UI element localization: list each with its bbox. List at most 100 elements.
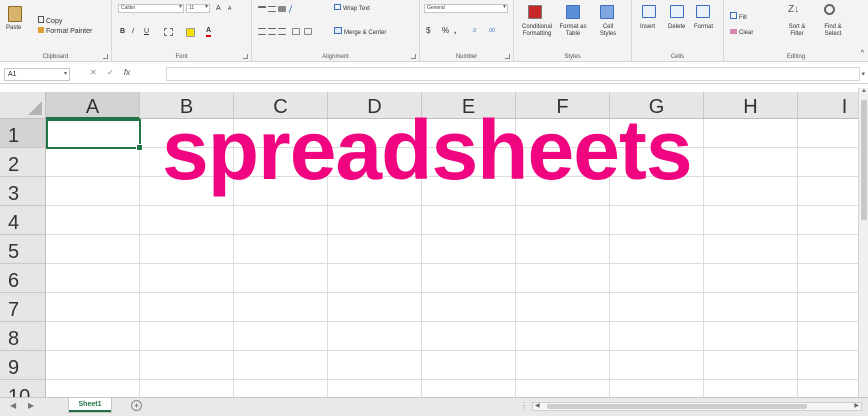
bold-button[interactable]: B xyxy=(120,27,125,36)
number-format-select[interactable]: General xyxy=(424,4,508,13)
row-header-8[interactable]: 8 xyxy=(0,322,46,351)
column-header-i[interactable]: I xyxy=(798,92,858,119)
fill-color-icon[interactable] xyxy=(186,28,195,37)
scroll-up-icon[interactable]: ▲ xyxy=(861,88,867,94)
format-painter-button[interactable]: Format Painter xyxy=(38,27,92,36)
percent-button[interactable]: % xyxy=(442,26,449,35)
prev-sheet-icon[interactable]: ◀ xyxy=(10,401,16,410)
clipboard-group: Paste Copy Format Painter Clipboard xyxy=(0,0,112,62)
find-select-button[interactable]: Find & Select xyxy=(816,24,850,38)
number-launcher-icon[interactable] xyxy=(505,54,510,59)
align-top-icon[interactable] xyxy=(258,6,266,12)
row-header-2[interactable]: 2 xyxy=(0,148,46,177)
cells-group-label: Cells xyxy=(670,54,685,60)
conditional-formatting-icon[interactable] xyxy=(528,5,542,19)
scroll-right-icon[interactable]: ▶ xyxy=(854,402,859,409)
expand-formula-bar-icon[interactable]: ▾ xyxy=(861,70,865,78)
align-middle-icon[interactable] xyxy=(268,6,276,12)
shrink-font-button[interactable]: A xyxy=(228,5,231,14)
next-sheet-icon[interactable]: ▶ xyxy=(28,401,34,410)
overlay-title: spreadsheets xyxy=(162,103,693,197)
ribbon: Paste Copy Format Painter Clipboard Cali… xyxy=(0,0,868,62)
row-header-3[interactable]: 3 xyxy=(0,177,46,206)
wrap-text-button[interactable]: Wrap Text xyxy=(334,4,370,14)
font-group: Calibri 11 A A B I U A Font xyxy=(112,0,252,62)
fill-button[interactable]: Fill xyxy=(730,12,747,23)
row-header-5[interactable]: 5 xyxy=(0,235,46,264)
eraser-icon xyxy=(730,29,737,34)
underline-button[interactable]: U xyxy=(144,27,149,36)
font-color-button[interactable]: A xyxy=(206,26,212,37)
enter-entry-icon[interactable]: ✓ xyxy=(107,68,114,77)
vertical-scrollbar[interactable]: ▲ xyxy=(858,88,868,398)
grow-font-button[interactable]: A xyxy=(216,4,221,13)
sort-filter-button[interactable]: Sort & Filter xyxy=(782,24,812,38)
row-header-1[interactable]: 1 xyxy=(0,119,46,148)
increase-indent-icon[interactable] xyxy=(304,28,312,35)
add-sheet-button[interactable]: + xyxy=(131,400,142,411)
cell-styles-icon[interactable] xyxy=(600,5,614,19)
align-bottom-icon[interactable] xyxy=(278,6,286,12)
column-header-a[interactable]: A xyxy=(46,92,140,119)
font-name-select[interactable]: Calibri xyxy=(118,4,184,13)
row-header-10[interactable]: 10 xyxy=(0,380,46,397)
name-box[interactable]: A1 ▾ xyxy=(4,68,70,81)
vertical-scroll-thumb[interactable] xyxy=(861,100,867,220)
styles-group: Conditional Formatting Format as Table C… xyxy=(514,0,632,62)
horizontal-scrollbar[interactable]: ◀ ▶ xyxy=(532,402,862,411)
clear-button[interactable]: Clear xyxy=(730,28,753,38)
fill-icon xyxy=(730,12,737,19)
delete-button[interactable]: Delete xyxy=(668,24,685,30)
sort-filter-icon: Z↓ xyxy=(788,4,800,15)
row-header-4[interactable]: 4 xyxy=(0,206,46,235)
clipboard-group-label: Clipboard xyxy=(42,54,69,60)
font-launcher-icon[interactable] xyxy=(243,54,248,59)
align-left-icon[interactable] xyxy=(258,28,266,35)
borders-icon[interactable] xyxy=(164,28,173,36)
decrease-indent-icon[interactable] xyxy=(292,28,300,35)
insert-button[interactable]: Insert xyxy=(640,24,655,30)
format-icon[interactable] xyxy=(696,5,710,18)
horizontal-scroll-thumb[interactable] xyxy=(547,404,807,409)
collapse-ribbon-icon[interactable]: ^ xyxy=(861,50,864,57)
row-header-7[interactable]: 7 xyxy=(0,293,46,322)
font-size-select[interactable]: 11 xyxy=(186,4,210,13)
formula-input[interactable] xyxy=(166,67,860,81)
decrease-decimal-button[interactable]: .00 xyxy=(488,27,495,36)
format-button[interactable]: Format xyxy=(694,24,713,30)
copy-button[interactable]: Copy xyxy=(38,16,62,26)
paste-button[interactable]: Paste xyxy=(6,25,21,31)
clipboard-launcher-icon[interactable] xyxy=(103,54,108,59)
insert-icon[interactable] xyxy=(642,5,656,18)
merge-center-label: Merge & Center xyxy=(344,30,387,36)
tab-split-handle[interactable]: ⋮ xyxy=(520,401,528,410)
font-group-label: Font xyxy=(175,54,188,60)
formula-bar: A1 ▾ ✕ ✓ fx ▾ xyxy=(0,64,868,84)
format-as-table-button[interactable]: Format as Table xyxy=(558,24,588,38)
orientation-icon[interactable] xyxy=(288,5,300,13)
sheet-tab-bar: ◀ ▶ Sheet1 + ⋮ ◀ ▶ xyxy=(0,397,868,416)
italic-button[interactable]: I xyxy=(132,27,134,36)
alignment-launcher-icon[interactable] xyxy=(411,54,416,59)
name-box-dropdown-icon[interactable]: ▾ xyxy=(64,69,67,80)
cell-styles-button[interactable]: Cell Styles xyxy=(594,24,622,38)
conditional-formatting-button[interactable]: Conditional Formatting xyxy=(518,24,556,38)
align-center-icon[interactable] xyxy=(268,28,276,35)
align-right-icon[interactable] xyxy=(278,28,286,35)
currency-button[interactable]: $ xyxy=(426,26,430,35)
row-header-6[interactable]: 6 xyxy=(0,264,46,293)
column-header-h[interactable]: H xyxy=(704,92,798,119)
comma-button[interactable]: , xyxy=(454,26,456,35)
row-header-9[interactable]: 9 xyxy=(0,351,46,380)
sheet-tab-sheet1[interactable]: Sheet1 xyxy=(68,398,112,413)
scroll-left-icon[interactable]: ◀ xyxy=(535,402,540,409)
merge-center-button[interactable]: Merge & Center xyxy=(334,27,386,38)
insert-function-icon[interactable]: fx xyxy=(124,68,130,77)
delete-icon[interactable] xyxy=(670,5,684,18)
paste-icon[interactable] xyxy=(8,6,22,22)
format-as-table-icon[interactable] xyxy=(566,5,580,19)
cancel-entry-icon[interactable]: ✕ xyxy=(90,68,97,77)
select-all-button[interactable] xyxy=(0,92,46,119)
active-cell-a1[interactable] xyxy=(46,119,143,151)
increase-decimal-button[interactable]: .0 xyxy=(472,27,476,36)
